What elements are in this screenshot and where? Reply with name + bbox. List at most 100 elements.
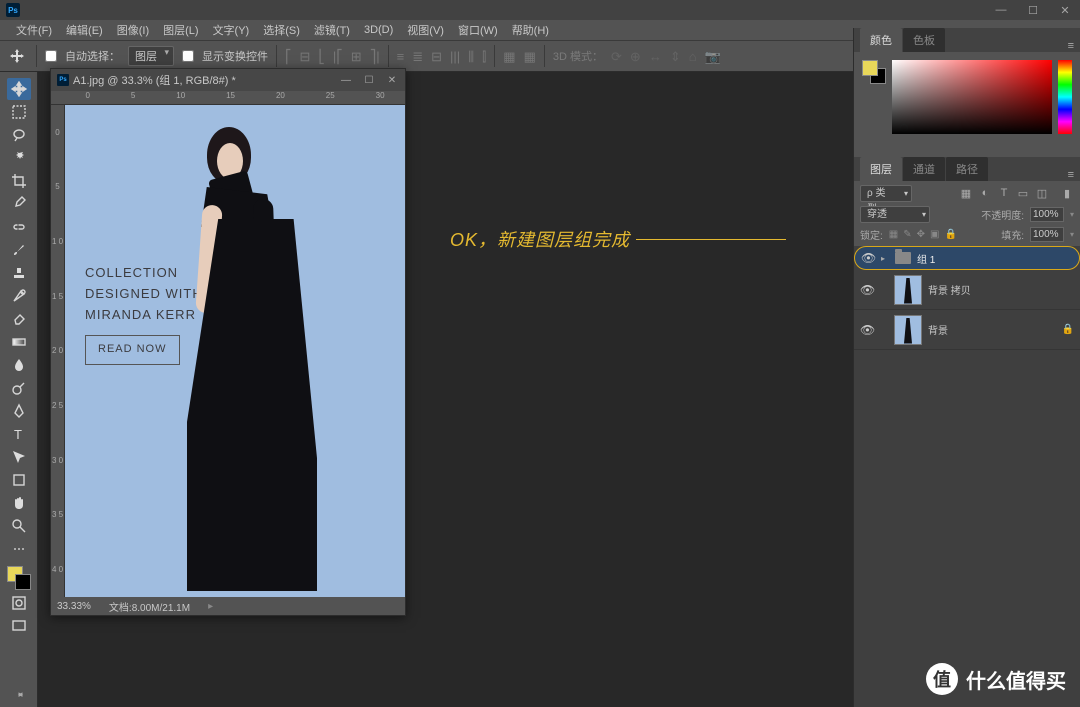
pen-tool[interactable] <box>7 400 31 422</box>
tab-paths[interactable]: 路径 <box>946 157 988 181</box>
heal-tool[interactable] <box>7 216 31 238</box>
lock-artboard-icon[interactable]: ▣ <box>930 229 939 240</box>
tab-channels[interactable]: 通道 <box>903 157 945 181</box>
blend-mode-dropdown[interactable]: 穿透 <box>860 206 930 223</box>
tab-swatches[interactable]: 色板 <box>903 28 945 52</box>
maximize-button[interactable]: ☐ <box>1024 4 1042 17</box>
menu-file[interactable]: 文件(F) <box>10 20 58 40</box>
lock-all-icon[interactable]: 🔒 <box>944 229 956 240</box>
lock-brush-icon[interactable]: ✎ <box>903 229 911 240</box>
distribute-icon[interactable]: ⊟ <box>431 50 442 63</box>
path-tool[interactable] <box>7 446 31 468</box>
layer-bg[interactable]: 👁 背景 🔒 <box>854 310 1080 350</box>
zoom-tool[interactable] <box>7 515 31 537</box>
color-field[interactable] <box>892 60 1052 134</box>
history-tool[interactable] <box>7 285 31 307</box>
align-top-icon[interactable]: ⎡ <box>285 50 292 63</box>
eraser-tool[interactable] <box>7 308 31 330</box>
filter-smart-icon[interactable]: ◫ <box>1035 187 1049 200</box>
background-swatch[interactable] <box>15 574 31 590</box>
quickmask-tool[interactable] <box>7 592 31 614</box>
move-tool-icon[interactable] <box>6 45 28 67</box>
hue-slider[interactable] <box>1058 60 1072 134</box>
eyedropper-tool[interactable] <box>7 193 31 215</box>
status-arrow-icon[interactable]: ▸ <box>208 601 213 612</box>
menu-help[interactable]: 帮助(H) <box>506 20 555 40</box>
tab-color[interactable]: 颜色 <box>860 28 902 52</box>
layer-bg-copy[interactable]: 👁 背景 拷贝 <box>854 270 1080 310</box>
menu-edit[interactable]: 编辑(E) <box>60 20 109 40</box>
auto-select-dropdown[interactable]: 图层 <box>128 46 174 66</box>
opacity-input[interactable] <box>1030 207 1064 222</box>
color-swatches[interactable] <box>6 565 32 591</box>
filter-toggle-icon[interactable]: ▮ <box>1060 187 1074 200</box>
menu-view[interactable]: 视图(V) <box>401 20 450 40</box>
doc-minimize[interactable]: — <box>339 75 353 86</box>
screenmode-tool[interactable] <box>7 615 31 637</box>
expand-icon[interactable]: ▸ <box>881 254 889 263</box>
panel-menu-icon[interactable]: ≡ <box>1068 169 1074 181</box>
3d-icon[interactable]: ⌂ <box>689 50 697 63</box>
stamp-tool[interactable] <box>7 262 31 284</box>
align-left-icon[interactable]: |⎡ <box>333 50 343 63</box>
3d-icon[interactable]: 📷 <box>705 50 721 63</box>
distribute-icon[interactable]: ||| <box>450 50 460 63</box>
filter-type-icon[interactable]: T <box>997 187 1011 200</box>
minimize-button[interactable]: — <box>992 4 1010 17</box>
layer-filter-kind[interactable]: ρ 类型 <box>860 185 912 202</box>
shape-tool[interactable] <box>7 469 31 491</box>
collapse-toolbar[interactable]: ◂▸ <box>0 689 37 701</box>
marquee-tool[interactable] <box>7 101 31 123</box>
tab-layers[interactable]: 图层 <box>860 157 902 181</box>
crop-tool[interactable] <box>7 170 31 192</box>
align-right-icon[interactable]: ⎤| <box>370 50 380 63</box>
gradient-tool[interactable] <box>7 331 31 353</box>
doc-maximize[interactable]: ☐ <box>362 75 376 86</box>
edit-toolbar[interactable] <box>7 538 31 560</box>
filter-shape-icon[interactable]: ▭ <box>1016 187 1030 200</box>
layer-group-1[interactable]: 👁 ▸ 组 1 <box>854 246 1080 270</box>
dodge-tool[interactable] <box>7 377 31 399</box>
arrange-icon[interactable]: ▦ <box>524 50 536 63</box>
lasso-tool[interactable] <box>7 124 31 146</box>
canvas-area[interactable]: Ps A1.jpg @ 33.3% (组 1, RGB/8#) * — ☐ ✕ … <box>38 72 853 707</box>
brush-tool[interactable] <box>7 239 31 261</box>
menu-3d[interactable]: 3D(D) <box>358 22 399 38</box>
filter-adjust-icon[interactable]: ◐ <box>978 187 992 200</box>
3d-icon[interactable]: ⇕ <box>670 50 681 63</box>
menu-type[interactable]: 文字(Y) <box>207 20 256 40</box>
doc-close[interactable]: ✕ <box>385 75 399 86</box>
menu-image[interactable]: 图像(I) <box>111 20 155 40</box>
menu-window[interactable]: 窗口(W) <box>452 20 504 40</box>
show-transform-checkbox[interactable] <box>182 50 194 62</box>
menu-select[interactable]: 选择(S) <box>257 20 306 40</box>
distribute-icon[interactable]: ⫼ <box>468 50 474 63</box>
visibility-icon[interactable]: 👁 <box>861 251 875 265</box>
lock-pixels-icon[interactable]: ▦ <box>889 229 898 240</box>
fill-input[interactable] <box>1030 227 1064 242</box>
zoom-level[interactable]: 33.33% <box>57 601 91 612</box>
blur-tool[interactable] <box>7 354 31 376</box>
distribute-icon[interactable]: ≡ <box>397 50 405 63</box>
align-bottom-icon[interactable]: ⎣ <box>318 50 325 63</box>
menu-filter[interactable]: 滤镜(T) <box>308 20 356 40</box>
document-tab[interactable]: Ps A1.jpg @ 33.3% (组 1, RGB/8#) * — ☐ ✕ <box>51 69 405 91</box>
hand-tool[interactable] <box>7 492 31 514</box>
type-tool[interactable]: T <box>7 423 31 445</box>
3d-icon[interactable]: ↔ <box>649 50 662 63</box>
lock-move-icon[interactable]: ✥ <box>917 229 925 240</box>
panel-menu-icon[interactable]: ≡ <box>1068 40 1074 52</box>
align-hcenter-icon[interactable]: ⊞ <box>351 50 362 63</box>
panel-swatches[interactable] <box>862 60 886 149</box>
close-button[interactable]: ✕ <box>1056 4 1074 17</box>
canvas[interactable]: COLLECTION DESIGNED WITH MIRANDA KERR RE… <box>65 105 405 597</box>
arrange-icon[interactable]: ▦ <box>503 50 515 63</box>
3d-icon[interactable]: ⟳ <box>611 50 622 63</box>
wand-tool[interactable] <box>7 147 31 169</box>
menu-layer[interactable]: 图层(L) <box>157 20 204 40</box>
move-tool[interactable] <box>7 78 31 100</box>
3d-icon[interactable]: ⊕ <box>630 50 641 63</box>
visibility-icon[interactable]: 👁 <box>860 323 874 337</box>
distribute-icon[interactable]: ⫿ <box>482 50 486 63</box>
filter-pixel-icon[interactable]: ▦ <box>959 187 973 200</box>
